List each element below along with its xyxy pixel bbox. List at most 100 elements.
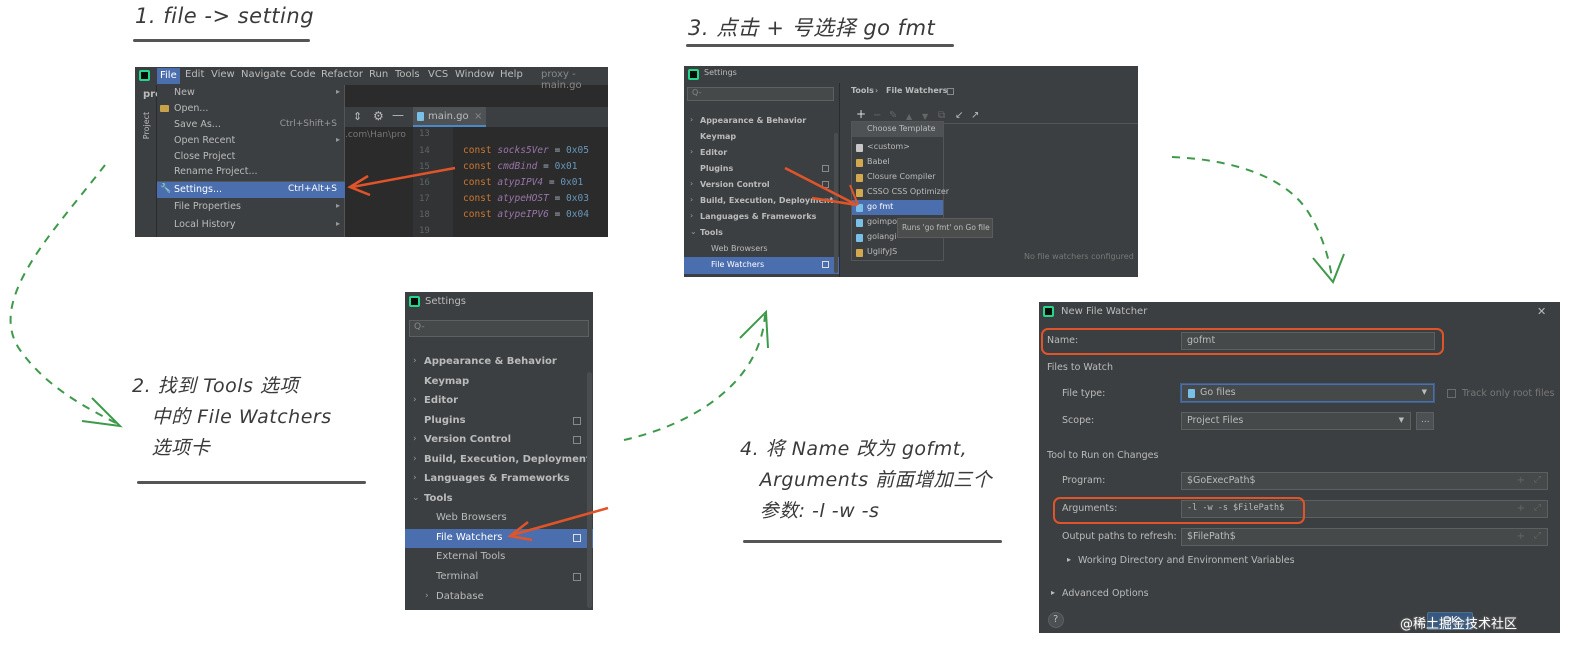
edit-icon[interactable]: ✎	[889, 110, 897, 121]
menu-item-label: Settings...	[174, 184, 223, 195]
scope-browse-button[interactable]: ...	[1416, 412, 1434, 430]
remove-button[interactable]: −	[873, 110, 881, 121]
tree-item-file-watchers[interactable]: File Watchers	[684, 257, 839, 274]
menu-item-close-project[interactable]: Close Project	[157, 149, 345, 165]
menu-item-file-properties[interactable]: File Properties ▸	[157, 199, 345, 215]
template-uglifyjs[interactable]: UglifyJS	[852, 245, 943, 260]
close-icon[interactable]: ✕	[1537, 305, 1546, 318]
working-directory-toggle[interactable]: Working Directory and Environment Variab…	[1078, 555, 1295, 566]
scrollbar[interactable]	[587, 372, 592, 608]
tree-item-languages[interactable]: › Languages & Frameworks	[684, 209, 839, 225]
menu-tools[interactable]: Tools	[395, 69, 420, 80]
tree-item-terminal[interactable]: Terminal	[405, 568, 593, 587]
template-csso[interactable]: CSSO CSS Optimizer	[852, 185, 949, 200]
tree-item-version-control[interactable]: › Version Control	[405, 431, 593, 450]
tree-item-tools[interactable]: ⌄ Tools	[684, 225, 839, 241]
collapse-icon[interactable]: ⇕	[353, 110, 362, 123]
menu-item-save-as[interactable]: Save As... Ctrl+Shift+S	[157, 117, 345, 133]
template-babel[interactable]: Babel	[852, 155, 943, 170]
menu-refactor[interactable]: Refactor	[321, 69, 363, 80]
copy-icon[interactable]: ⧉	[938, 110, 945, 121]
tree-item-editor[interactable]: › Editor	[684, 145, 839, 161]
tree-item-appearance[interactable]: › Appearance & Behavior	[405, 353, 593, 372]
menu-file[interactable]: File	[157, 68, 180, 84]
template-tooltip: Runs 'go fmt' on Go file	[897, 218, 993, 238]
track-root-checkbox[interactable]	[1447, 389, 1456, 398]
tree-item-file-watchers[interactable]: File Watchers	[405, 529, 593, 548]
move-down-icon[interactable]: ▼	[922, 112, 928, 121]
breadcrumb-tools[interactable]: Tools	[851, 86, 874, 95]
code-line: const cmdBind = 0x01	[463, 161, 578, 172]
menu-item-rename-project[interactable]: Rename Project...	[157, 164, 345, 180]
close-tab-icon[interactable]: ×	[474, 111, 482, 122]
menu-item-open[interactable]: Open...	[157, 101, 345, 117]
expand-icon[interactable]: ⤢	[1534, 503, 1541, 513]
menu-item-settings[interactable]: 🔧 Settings... Ctrl+Alt+S	[157, 182, 345, 198]
menu-help[interactable]: Help	[500, 69, 523, 80]
tree-item-label: Languages & Frameworks	[424, 473, 570, 484]
settings-search-input[interactable]: Q-	[687, 87, 834, 101]
menu-window[interactable]: Window	[455, 69, 494, 80]
tooltip-text: Runs 'go fmt' on Go file	[902, 223, 990, 232]
add-watcher-button[interactable]: +	[856, 107, 866, 121]
tree-item-plugins[interactable]: Plugins	[684, 161, 839, 177]
template-custom[interactable]: <custom>	[852, 140, 943, 155]
code-line: const socks5Ver = 0x05	[463, 145, 589, 156]
tree-item-web-browsers[interactable]: Web Browsers	[405, 509, 593, 528]
menu-navigate[interactable]: Navigate	[241, 69, 286, 80]
menu-item-open-recent[interactable]: Open Recent ▸	[157, 133, 345, 149]
menu-item-local-history[interactable]: Local History ▸	[157, 217, 345, 233]
menu-run[interactable]: Run	[369, 69, 388, 80]
tree-item-tools[interactable]: ⌄ Tools	[405, 490, 593, 509]
tree-item-keymap[interactable]: Keymap	[684, 129, 839, 145]
tree-item-database[interactable]: › Database	[405, 588, 593, 607]
code-editor[interactable]: 13 14 15 16 17 18 19 const socks5Ver = 0…	[413, 127, 608, 237]
file-type-select[interactable]: Go files ▼	[1181, 384, 1434, 402]
program-input[interactable]: $GoExecPath$ + ⤢	[1181, 472, 1548, 490]
insert-macro-icon[interactable]: +	[1517, 531, 1525, 542]
template-closure-compiler[interactable]: Closure Compiler	[852, 170, 943, 185]
move-up-icon[interactable]: ▲	[906, 112, 912, 121]
tree-item-keymap[interactable]: Keymap	[405, 373, 593, 392]
menu-code[interactable]: Code	[290, 69, 316, 80]
advanced-options-toggle[interactable]: Advanced Options	[1062, 588, 1149, 599]
tree-item-label: Tools	[424, 493, 453, 504]
tree-item-version-control[interactable]: › Version Control	[684, 177, 839, 193]
scrollbar[interactable]	[834, 133, 838, 273]
tree-item-external-tools[interactable]: External Tools	[405, 548, 593, 567]
output-paths-input[interactable]: $FilePath$ + ⤢	[1181, 528, 1548, 546]
hide-icon[interactable]: —	[392, 108, 404, 122]
tree-item-build[interactable]: › Build, Execution, Deployment	[684, 193, 839, 209]
tree-item-web-browsers[interactable]: Web Browsers	[684, 241, 839, 257]
settings-search-input[interactable]: Q-	[409, 320, 589, 337]
insert-macro-icon[interactable]: +	[1517, 475, 1525, 486]
tree-item-appearance[interactable]: › Appearance & Behavior	[684, 113, 839, 129]
expand-icon[interactable]: ⤢	[1534, 475, 1541, 485]
project-config-icon	[822, 165, 829, 172]
tree-item-label: File Watchers	[711, 260, 765, 269]
tree-item-build[interactable]: › Build, Execution, Deployment	[405, 451, 593, 470]
menu-view[interactable]: View	[211, 69, 235, 80]
expand-icon[interactable]: ⤢	[1534, 531, 1541, 541]
menu-item-new[interactable]: New ▸	[157, 85, 345, 101]
tab-main-go[interactable]: main.go ×	[413, 107, 486, 127]
gear-icon[interactable]: ⚙	[373, 109, 384, 123]
tree-item-languages[interactable]: › Languages & Frameworks	[405, 470, 593, 489]
template-go-fmt[interactable]: go fmt	[852, 200, 943, 215]
project-tool-tab[interactable]: Project	[142, 112, 151, 139]
tree-item-label: Languages & Frameworks	[700, 212, 817, 221]
step3-underline	[686, 44, 954, 47]
menu-edit[interactable]: Edit	[185, 69, 204, 80]
scope-select[interactable]: Project Files ▼	[1181, 412, 1411, 430]
tree-item-plugins[interactable]: Plugins	[405, 412, 593, 431]
import-icon[interactable]: ↙	[955, 110, 963, 121]
menu-vcs[interactable]: VCS	[428, 69, 448, 80]
help-button[interactable]: ?	[1048, 612, 1064, 628]
tree-item-editor[interactable]: › Editor	[405, 392, 593, 411]
insert-macro-icon[interactable]: +	[1517, 503, 1525, 514]
chevron-right-icon: ›	[413, 454, 417, 464]
template-icon	[856, 144, 863, 152]
export-icon[interactable]: ↗	[971, 110, 979, 121]
chevron-down-icon: ⌄	[412, 493, 420, 503]
step2-line1: 2. 找到 Tools 选项	[132, 375, 299, 397]
